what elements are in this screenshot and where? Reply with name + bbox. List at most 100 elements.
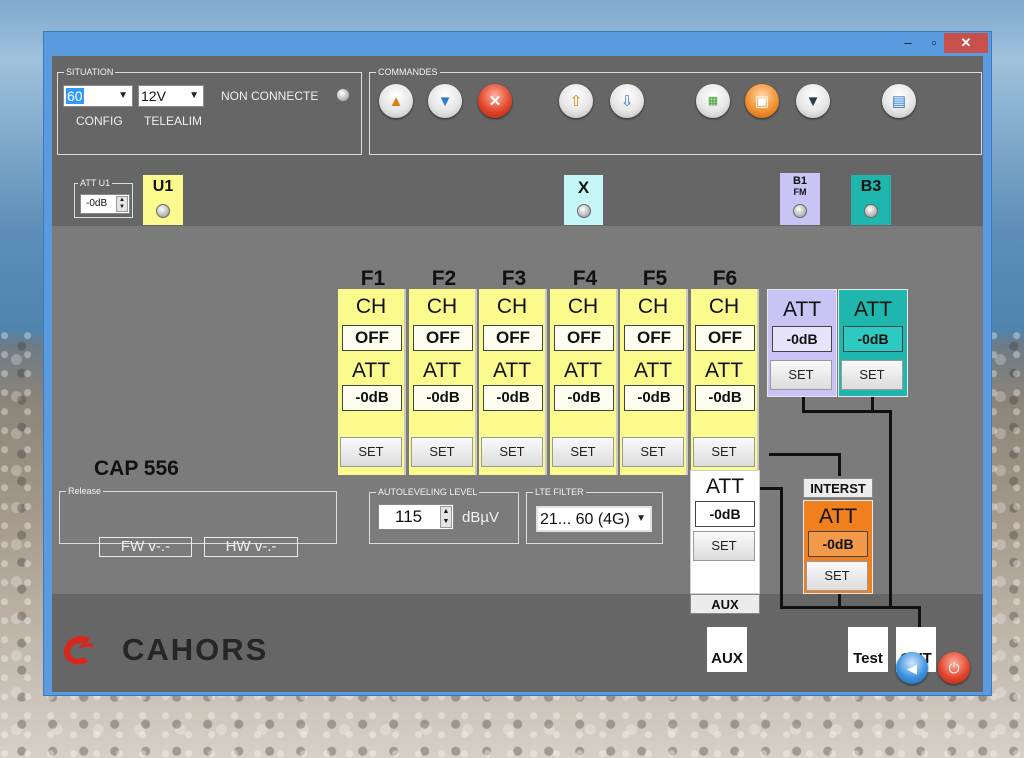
title-bar: – ▫ ✕ bbox=[44, 32, 991, 56]
ch-title: CH bbox=[567, 295, 599, 318]
att-title: ATT bbox=[563, 359, 603, 382]
b3-led bbox=[864, 204, 878, 218]
ch-value[interactable]: OFF bbox=[342, 325, 402, 351]
att-value[interactable]: -0dB bbox=[695, 501, 755, 527]
telealim-value: 12V bbox=[141, 88, 166, 104]
set-button[interactable]: SET bbox=[340, 437, 402, 467]
lte-filter-select[interactable]: 21... 60 (4G) ▼ bbox=[536, 506, 652, 532]
close-button[interactable]: ✕ bbox=[944, 33, 988, 53]
att-u1-spinner[interactable]: -0dB ▲ ▼ bbox=[80, 194, 130, 214]
tag-fm-label: FM bbox=[793, 187, 807, 197]
att-value[interactable]: -0dB bbox=[808, 531, 868, 557]
att-title: ATT bbox=[492, 359, 532, 382]
u1-led bbox=[156, 204, 170, 218]
ch-value[interactable]: OFF bbox=[624, 325, 684, 351]
filter-column-f5: CH OFF ATT -0dB SET bbox=[620, 289, 688, 475]
spinner-arrows-icon[interactable]: ▲ ▼ bbox=[116, 196, 128, 212]
device-name: CAP 556 bbox=[94, 457, 179, 480]
wire bbox=[838, 594, 841, 608]
hw-version: HW v-.- bbox=[204, 537, 298, 557]
tag-b1-label: B1 bbox=[792, 175, 808, 187]
att-value[interactable]: -0dB bbox=[695, 385, 755, 411]
ch-title: CH bbox=[426, 295, 458, 318]
client-area: SITUATION 60 ▼ 12V ▼ NON CONNECTE CONFIG… bbox=[52, 56, 983, 692]
filter-column-f3: CH OFF ATT -0dB SET bbox=[479, 289, 547, 475]
aux-att-panel: ATT -0dB SET bbox=[690, 470, 760, 594]
filter-header-f3: F3 bbox=[501, 267, 527, 290]
att-u1-value: -0dB bbox=[86, 198, 108, 209]
wire bbox=[769, 453, 840, 456]
upload-icon[interactable]: ▲ bbox=[379, 84, 413, 118]
cahors-logo-icon bbox=[60, 632, 96, 668]
filter-header-f5: F5 bbox=[642, 267, 668, 290]
ch-value[interactable]: OFF bbox=[413, 325, 473, 351]
filter-header-f2: F2 bbox=[431, 267, 457, 290]
att-value[interactable]: -0dB bbox=[772, 326, 832, 352]
set-button[interactable]: SET bbox=[481, 437, 543, 467]
set-button[interactable]: SET bbox=[806, 561, 868, 591]
release-legend: Release bbox=[66, 485, 104, 497]
att-value[interactable]: -0dB bbox=[554, 385, 614, 411]
set-button[interactable]: SET bbox=[411, 437, 473, 467]
download-icon[interactable]: ▼ bbox=[428, 84, 462, 118]
interst-att-panel: ATT -0dB SET bbox=[803, 500, 873, 594]
telealim-select[interactable]: 12V ▼ bbox=[138, 85, 204, 107]
set-button[interactable]: SET bbox=[693, 437, 755, 467]
b1-att-panel: ATT -0dB SET bbox=[767, 289, 837, 397]
autoleveling-spinner[interactable]: 115 ▲ ▼ bbox=[378, 504, 454, 530]
chevron-down-icon: ▼ bbox=[118, 90, 128, 101]
filter-header-f6: F6 bbox=[712, 267, 738, 290]
att-value[interactable]: -0dB bbox=[342, 385, 402, 411]
set-button[interactable]: SET bbox=[770, 360, 832, 390]
set-button[interactable]: SET bbox=[622, 437, 684, 467]
print-icon[interactable]: ▤ bbox=[882, 84, 916, 118]
save-icon[interactable]: ▼ bbox=[796, 84, 830, 118]
att-title: ATT bbox=[782, 298, 822, 321]
att-title: ATT bbox=[633, 359, 673, 382]
ch-title: CH bbox=[637, 295, 669, 318]
chevron-down-icon: ▼ bbox=[636, 513, 646, 524]
fw-version: FW v-.- bbox=[99, 537, 192, 557]
wire bbox=[889, 604, 892, 609]
filter-header-f1: F1 bbox=[360, 267, 386, 290]
set-button[interactable]: SET bbox=[693, 531, 755, 561]
export-icon[interactable]: ⇧ bbox=[559, 84, 593, 118]
att-value[interactable]: -0dB bbox=[843, 326, 903, 352]
output-test: Test bbox=[848, 627, 888, 672]
config-value: 60 bbox=[66, 88, 84, 104]
spinner-arrows-icon[interactable]: ▲ ▼ bbox=[440, 506, 452, 528]
ch-title: CH bbox=[355, 295, 387, 318]
wire bbox=[838, 453, 841, 476]
lte-filter-legend: LTE FILTER bbox=[533, 486, 586, 498]
interst-label: INTERST bbox=[803, 478, 873, 498]
wire bbox=[780, 487, 783, 609]
autoleveling-unit: dBµV bbox=[462, 509, 499, 526]
att-value[interactable]: -0dB bbox=[624, 385, 684, 411]
ch-title: CH bbox=[708, 295, 740, 318]
att-value[interactable]: -0dB bbox=[413, 385, 473, 411]
aux-label: AUX bbox=[690, 594, 760, 614]
memory-icon[interactable]: ▦ bbox=[696, 84, 730, 118]
att-value[interactable]: -0dB bbox=[483, 385, 543, 411]
ch-value[interactable]: OFF bbox=[554, 325, 614, 351]
set-button[interactable]: SET bbox=[841, 360, 903, 390]
minimize-button[interactable]: – bbox=[894, 33, 922, 53]
wire bbox=[918, 606, 921, 627]
config-select[interactable]: 60 ▼ bbox=[63, 85, 133, 107]
ch-value[interactable]: OFF bbox=[695, 325, 755, 351]
lock-icon[interactable]: ▣ bbox=[745, 84, 779, 118]
power-icon[interactable]: ⏻ bbox=[938, 652, 970, 684]
wire bbox=[802, 410, 873, 413]
set-button[interactable]: SET bbox=[552, 437, 614, 467]
import-icon[interactable]: ⇩ bbox=[610, 84, 644, 118]
att-title: ATT bbox=[704, 359, 744, 382]
back-icon[interactable]: ◀ bbox=[896, 652, 928, 684]
att-title: ATT bbox=[705, 475, 745, 498]
connection-led bbox=[336, 88, 350, 102]
filter-column-f2: CH OFF ATT -0dB SET bbox=[409, 289, 477, 475]
lte-filter-value: 21... 60 (4G) bbox=[540, 511, 630, 528]
wire bbox=[871, 410, 891, 413]
wire bbox=[780, 606, 921, 609]
cancel-icon[interactable]: ✕ bbox=[478, 84, 512, 118]
ch-value[interactable]: OFF bbox=[483, 325, 543, 351]
